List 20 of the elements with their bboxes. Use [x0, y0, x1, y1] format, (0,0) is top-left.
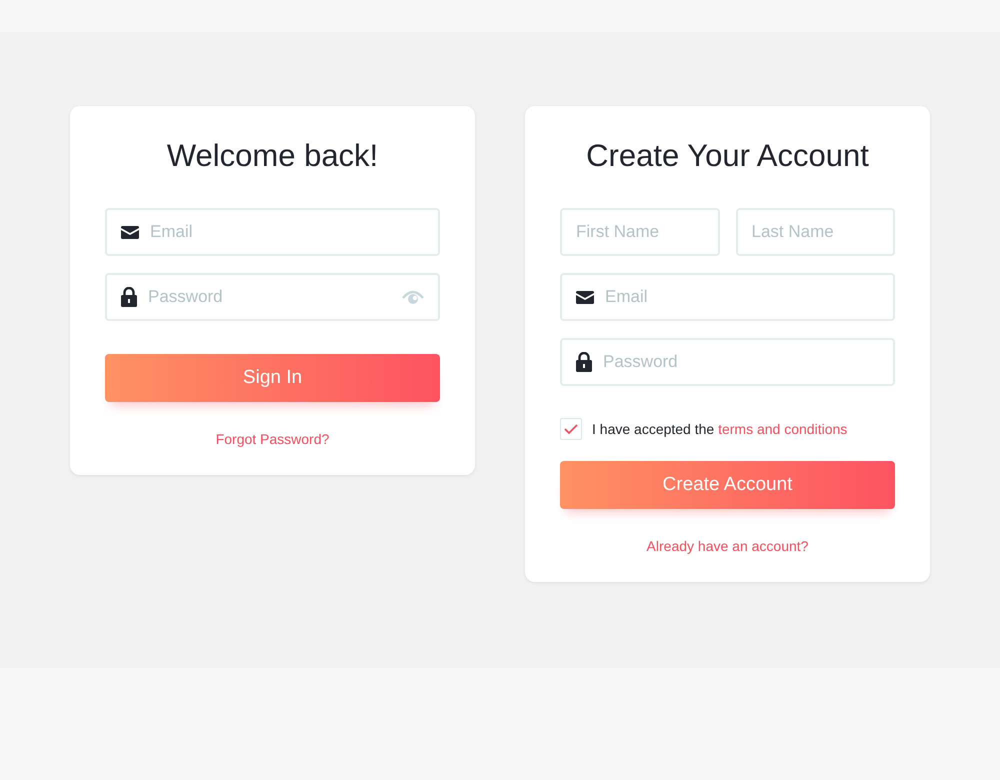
- input-field[interactable]: Email: [105, 208, 440, 256]
- lock-icon: [576, 352, 592, 372]
- sign-in-link[interactable]: Already have an account?: [646, 538, 808, 554]
- input-field[interactable]: Password: [105, 273, 440, 321]
- create-account-button[interactable]: Create Account: [560, 461, 895, 509]
- card-title: Welcome back!: [166, 138, 380, 174]
- sign-in-button[interactable]: Sign In: [105, 354, 440, 402]
- check-icon: [564, 424, 578, 434]
- input-field[interactable]: Password: [560, 338, 895, 386]
- lock-icon: [121, 287, 137, 307]
- terms-label: I have accepted the terms and conditions: [592, 421, 848, 437]
- forgot-password-link[interactable]: Forgot Password?: [216, 431, 330, 447]
- checkbox[interactable]: [560, 418, 582, 440]
- envelope-icon: [121, 226, 139, 238]
- card-title: Create Your Account: [585, 138, 870, 174]
- envelope-icon: [576, 290, 594, 304]
- terms-link[interactable]: terms and conditions: [718, 421, 848, 437]
- input-field[interactable]: First Name: [560, 208, 720, 256]
- input-field[interactable]: Email: [560, 273, 895, 321]
- input-field[interactable]: Last Name: [736, 208, 895, 256]
